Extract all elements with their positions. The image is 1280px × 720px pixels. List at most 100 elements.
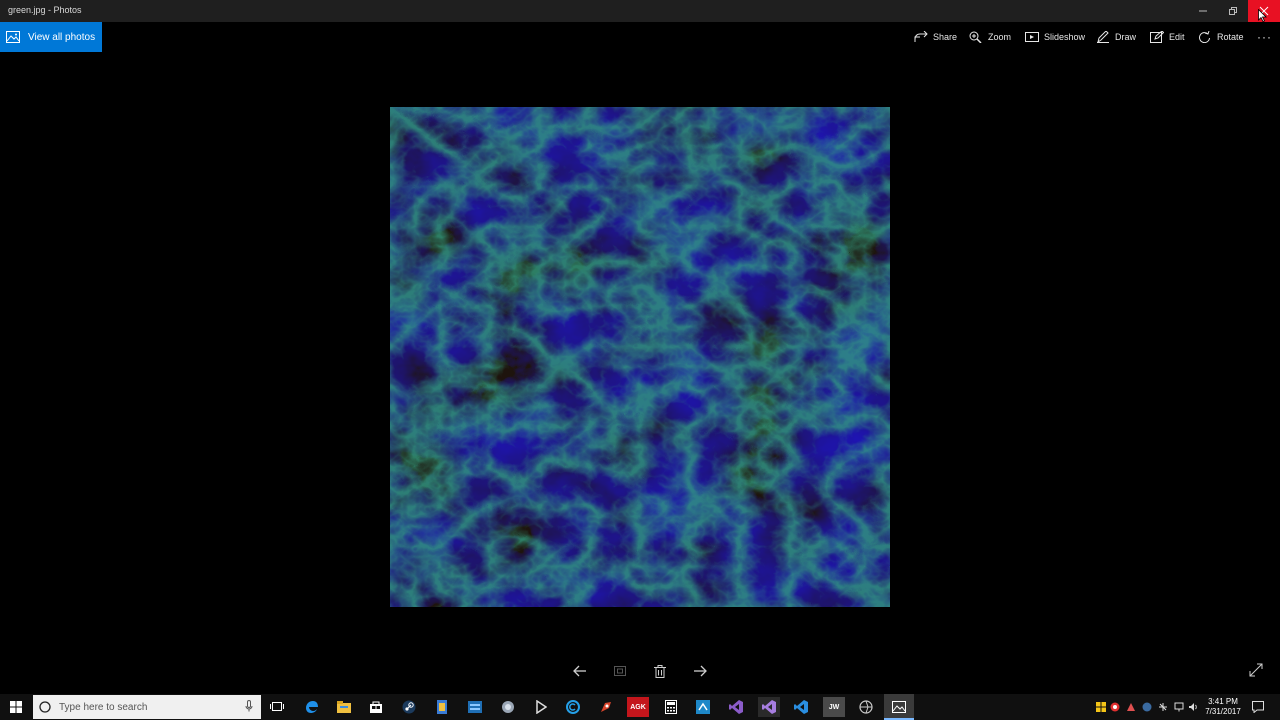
app-bar: View all photos Share Zoom Slideshow Dra… — [0, 22, 1280, 52]
app-icon — [502, 701, 514, 713]
calculator-button[interactable] — [661, 697, 681, 717]
edge-button[interactable] — [302, 697, 322, 717]
slideshow-button[interactable]: Slideshow — [1025, 28, 1085, 46]
steam-tray-icon[interactable] — [1142, 702, 1152, 712]
network-icon[interactable] — [1174, 702, 1184, 712]
file-explorer-button[interactable] — [334, 697, 354, 717]
taskbar-app-button[interactable] — [498, 697, 518, 717]
taskbar-app-button[interactable] — [432, 697, 452, 717]
next-photo-button[interactable] — [689, 660, 711, 682]
visual-studio-icon — [729, 700, 743, 714]
arrow-left-icon — [573, 665, 586, 677]
start-button[interactable] — [0, 694, 32, 720]
app-icon — [696, 700, 710, 714]
task-view-button[interactable] — [267, 697, 287, 717]
photos-taskbar-button[interactable] — [884, 694, 914, 720]
microphone-icon[interactable] — [245, 700, 253, 712]
slideshow-nav-button[interactable] — [609, 660, 631, 682]
tray-app-icon[interactable] — [1096, 702, 1106, 712]
taskbar-app-button[interactable] — [693, 697, 713, 717]
fullscreen-icon — [1249, 663, 1263, 677]
taskbar-search-box[interactable]: Type here to search — [33, 695, 261, 719]
clock-time: 3:41 PM — [1208, 697, 1238, 706]
jw-button[interactable]: JW — [823, 697, 845, 717]
vscode-icon — [794, 700, 808, 714]
app-icon — [437, 700, 447, 714]
minimize-icon — [1199, 10, 1207, 12]
visual-studio-icon — [762, 700, 776, 714]
agk-button[interactable]: AGK — [627, 697, 649, 717]
trash-icon — [654, 664, 666, 678]
taskbar-app-button[interactable] — [596, 697, 616, 717]
mouse-cursor-icon — [1258, 9, 1267, 22]
agk-icon: AGK — [630, 703, 646, 711]
taskbar-app-button[interactable] — [465, 697, 485, 717]
app-icon — [536, 700, 547, 714]
store-icon — [370, 701, 382, 713]
fullscreen-button[interactable] — [1248, 662, 1266, 680]
store-button[interactable] — [366, 697, 386, 717]
slideshow-icon — [1025, 32, 1039, 42]
delete-button[interactable] — [649, 660, 671, 682]
app-icon — [859, 700, 873, 714]
cortana-icon — [39, 701, 51, 713]
more-options-button[interactable]: ··· — [1257, 28, 1272, 46]
jw-icon: JW — [828, 703, 840, 711]
window-title: green.jpg - Photos — [8, 5, 82, 15]
zoom-label: Zoom — [988, 32, 1012, 42]
slideshow-label: Slideshow — [1044, 32, 1086, 42]
file-explorer-icon — [337, 701, 351, 713]
windows-logo-icon — [10, 701, 22, 713]
clock-date: 7/31/2017 — [1205, 707, 1241, 716]
slideshow-icon — [614, 666, 626, 676]
arrow-right-icon — [694, 665, 707, 677]
rotate-label: Rotate — [1217, 32, 1244, 42]
tray-app-icon[interactable] — [1158, 702, 1168, 712]
more-icon: ··· — [1257, 30, 1272, 44]
zoom-icon — [969, 31, 982, 43]
app-icon — [566, 700, 580, 714]
taskbar-clock[interactable]: 3:41 PM 7/31/2017 — [1200, 697, 1246, 717]
app-icon — [468, 701, 482, 713]
tray-app-icon[interactable] — [1126, 702, 1136, 712]
taskbar-app-button[interactable] — [856, 697, 876, 717]
edit-label: Edit — [1169, 32, 1185, 42]
taskbar-app-button[interactable] — [531, 697, 551, 717]
visual-studio-button[interactable] — [758, 697, 780, 717]
share-button[interactable]: Share — [914, 28, 957, 46]
steam-icon — [402, 700, 416, 714]
calculator-icon — [665, 700, 677, 714]
share-label: Share — [933, 32, 958, 42]
tray-app-icon[interactable] — [1110, 702, 1120, 712]
previous-photo-button[interactable] — [569, 660, 591, 682]
volume-icon[interactable] — [1188, 702, 1198, 712]
pen-icon — [1097, 31, 1109, 43]
photos-icon — [892, 701, 906, 713]
taskbar-app-button[interactable] — [563, 697, 583, 717]
restore-icon — [1229, 7, 1237, 15]
edge-icon — [306, 701, 318, 713]
action-center-icon[interactable] — [1252, 701, 1264, 713]
rotate-icon — [1199, 31, 1210, 43]
app-icon — [601, 702, 611, 712]
restore-button[interactable] — [1218, 0, 1248, 22]
share-icon — [914, 31, 928, 42]
draw-button[interactable]: Draw — [1096, 28, 1136, 46]
minimize-button[interactable] — [1188, 0, 1218, 22]
photo-canvas[interactable] — [390, 107, 890, 607]
zoom-button[interactable]: Zoom — [969, 28, 1011, 46]
visual-studio-button[interactable] — [726, 697, 746, 717]
search-placeholder: Type here to search — [59, 701, 148, 713]
title-bar: green.jpg - Photos — [0, 0, 1280, 22]
rotate-button[interactable]: Rotate — [1198, 28, 1244, 46]
photos-icon — [6, 31, 20, 43]
vscode-button[interactable] — [791, 697, 811, 717]
edit-icon — [1150, 31, 1164, 43]
view-all-photos-button[interactable]: View all photos — [0, 22, 102, 52]
edit-button[interactable]: Edit — [1150, 28, 1185, 46]
task-view-icon — [270, 702, 284, 711]
draw-label: Draw — [1115, 32, 1137, 42]
view-all-photos-label: View all photos — [28, 31, 96, 43]
steam-button[interactable] — [399, 697, 419, 717]
taskbar: Type here to search AGK JW 3:41 PM 7/31/… — [0, 694, 1280, 720]
